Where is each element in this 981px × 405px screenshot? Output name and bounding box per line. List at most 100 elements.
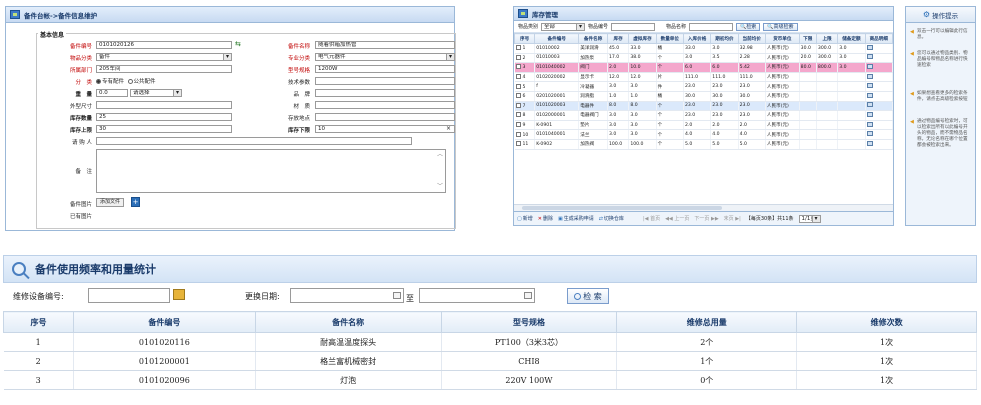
lookup-icon[interactable]: ⇆ — [235, 40, 241, 48]
inventory-row[interactable]: 11 K-0902 加热阀 100.0 100.0 个 5.0 5.0 5.0 人民币(元) — [514, 139, 894, 150]
inv-col-header[interactable]: 入库价格 — [682, 33, 712, 44]
detail-icon[interactable] — [866, 131, 873, 137]
inv-col-header[interactable]: 库存 — [606, 33, 630, 44]
row-checkbox[interactable] — [515, 141, 521, 147]
inventory-row[interactable]: 2 01010003 加热泵 17.0 38.0 个 3.0 3.5 2.28 人民币(元) 20.… — [514, 53, 894, 64]
row-checkbox[interactable] — [515, 74, 521, 80]
part-no-field[interactable]: 0101020126 — [96, 41, 232, 49]
radio-exclusive[interactable] — [96, 79, 101, 84]
date-start-input[interactable] — [290, 288, 404, 303]
first-page-button[interactable]: |◀ 首页 — [643, 215, 660, 222]
calendar-icon[interactable] — [393, 292, 401, 299]
inventory-row[interactable]: 3 0101040002 阀门 2.0 10.0 个 6.0 6.0 5.42 人民币(元) 80.… — [514, 62, 894, 73]
major-select[interactable]: 电气元器件 — [315, 53, 455, 61]
code-input[interactable] — [611, 22, 656, 31]
min-field[interactable]: 10 — [315, 125, 455, 133]
inventory-row[interactable]: 10 0101040001 法兰 3.0 3.0 个 4.0 4.0 4.0 人民币(元) — [514, 129, 894, 140]
row-checkbox[interactable] — [515, 131, 521, 137]
inv-col-header[interactable]: 数量单位 — [655, 33, 684, 44]
max-field[interactable]: 30 — [96, 125, 232, 133]
inv-col-header[interactable]: 期初均价 — [710, 33, 739, 44]
inventory-row[interactable]: 8 0102000001 电器阀门 3.0 3.0 个 23.0 23.0 23.0 人民币(元) — [514, 110, 894, 121]
inv-col-header[interactable]: 当前均价 — [737, 33, 766, 44]
size-field[interactable] — [96, 101, 232, 109]
detail-icon[interactable] — [866, 121, 873, 127]
inventory-row[interactable]: 7 0101020003 电器件 8.0 8.0 个 23.0 23.0 23.0 人民币(元) — [514, 101, 894, 112]
scroll-up-icon[interactable]: ︿ — [437, 152, 443, 158]
cat-select[interactable]: 全部 — [541, 22, 586, 31]
row-checkbox[interactable] — [515, 54, 521, 60]
inventory-row[interactable]: 6 0201020001 润滑脂 1.0 1.0 桶 30.0 30.0 30.0 人民币(元) — [514, 91, 894, 102]
detail-icon[interactable] — [866, 92, 873, 98]
inventory-row[interactable]: 5 f 冷凝器 3.0 3.0 件 23.0 23.0 23.0 人民币(元) — [514, 81, 894, 92]
detail-icon[interactable] — [866, 44, 873, 50]
last-page-button[interactable]: 末页 ▶| — [724, 215, 741, 222]
location-field[interactable] — [315, 113, 455, 121]
inv-col-header[interactable]: 货币单位 — [764, 33, 800, 44]
adv-search-button[interactable]: 🔍高级检索 — [763, 22, 798, 31]
detail-icon[interactable] — [866, 102, 873, 108]
inv-col-header[interactable]: 储备定额 — [837, 33, 866, 44]
row-checkbox[interactable] — [515, 112, 521, 118]
clear-icon[interactable]: × — [446, 125, 451, 132]
folder-icon[interactable] — [173, 289, 185, 300]
inventory-row[interactable]: 4 0102020002 显示卡 12.0 12.0 片 111.0 111.0 111.0 人民… — [514, 72, 894, 83]
inv-col-header[interactable]: 上限 — [815, 33, 839, 44]
detail-icon[interactable] — [866, 54, 873, 60]
detail-icon[interactable] — [866, 83, 873, 89]
row-checkbox[interactable] — [515, 93, 521, 99]
stats-search-button[interactable]: 检 索 — [567, 288, 609, 304]
gen-purchase-button[interactable]: ▣ 生成采购申请 — [558, 215, 594, 223]
name-input[interactable] — [689, 22, 734, 31]
inv-search-button[interactable]: 🔍检索 — [736, 22, 761, 31]
new-button[interactable]: ▢ 新增 — [517, 215, 533, 223]
detail-icon[interactable] — [866, 73, 873, 79]
inv-col-header[interactable]: 序号 — [513, 33, 536, 44]
part-name-field[interactable]: 随着供箱加热管 — [315, 41, 455, 49]
tech-field[interactable] — [315, 77, 455, 85]
radio-public[interactable] — [127, 79, 133, 84]
calendar-icon[interactable] — [524, 292, 532, 299]
material-field[interactable] — [315, 101, 455, 109]
applicant-field[interactable] — [96, 137, 412, 145]
detail-icon[interactable] — [866, 111, 873, 117]
device-input[interactable] — [88, 288, 170, 303]
inventory-cell — [799, 110, 817, 121]
row-checkbox[interactable] — [515, 83, 521, 89]
row-checkbox[interactable] — [515, 122, 521, 128]
add-file-button[interactable]: 添加文件 — [96, 198, 125, 207]
weight-unit-select[interactable]: 请选择 — [130, 89, 182, 97]
weight-field[interactable]: 0.0 — [96, 89, 128, 97]
stats-col-header: 序号 — [3, 311, 74, 333]
inv-col-header[interactable]: 备件名称 — [578, 33, 608, 44]
detail-icon[interactable] — [866, 63, 873, 69]
page-select[interactable]: 1/1页 — [798, 214, 821, 223]
note-textarea[interactable]: ︿ ﹀ — [96, 149, 446, 193]
add-icon[interactable]: + — [131, 197, 140, 207]
row-checkbox[interactable] — [515, 102, 521, 108]
inventory-row[interactable]: 9 K-0901 垫片 3.0 3.0 个 2.0 2.0 2.0 人民币(元) — [514, 120, 894, 131]
detail-icon[interactable] — [866, 140, 873, 146]
next-page-button[interactable]: 下一页 ▶▶ — [694, 215, 718, 222]
prev-page-button[interactable]: ◀◀ 上一页 — [665, 215, 689, 222]
inv-col-header[interactable]: 虚拟库存 — [628, 33, 657, 44]
inv-col-header[interactable]: 下限 — [798, 33, 817, 44]
scroll-thumb[interactable] — [522, 206, 722, 210]
row-checkbox[interactable] — [515, 64, 521, 70]
brand-field[interactable] — [315, 89, 455, 97]
tip-1: 双击一行可以编辑此行信息。 — [910, 29, 972, 41]
stats-col-header: 备件编号 — [72, 311, 256, 333]
switch-warehouse-button[interactable]: ⇄ 切换仓库 — [599, 215, 624, 223]
horizontal-scrollbar[interactable] — [514, 204, 893, 211]
model-field[interactable]: 1200W — [315, 65, 455, 73]
category-select[interactable]: 备件 — [96, 53, 232, 61]
date-end-input[interactable] — [419, 288, 535, 303]
inv-col-header[interactable]: 商品明细 — [864, 33, 894, 44]
row-checkbox[interactable] — [515, 45, 521, 51]
inventory-row[interactable]: 1 01010002 美洋润滑 45.0 33.0 桶 33.0 3.0 32.98 人民币(元)… — [514, 43, 894, 54]
stock-field[interactable]: 25 — [96, 113, 232, 121]
dept-field[interactable]: 205车间 — [96, 65, 232, 73]
scroll-down-icon[interactable]: ﹀ — [437, 184, 443, 190]
inv-col-header[interactable]: 备件编号 — [534, 33, 580, 44]
delete-button[interactable]: ✕ 删除 — [538, 215, 553, 223]
